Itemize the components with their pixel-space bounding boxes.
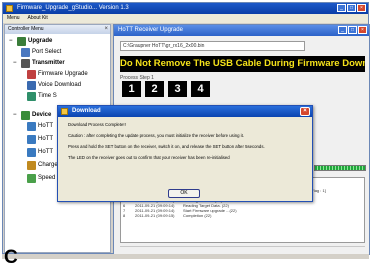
tree-item-voice-download[interactable]: Voice Download xyxy=(27,81,81,90)
tree-item-label: HoTT xyxy=(38,123,53,129)
tree-item-time-s[interactable]: Time S xyxy=(27,92,57,101)
device-icon xyxy=(21,111,30,120)
main-window-title: Firmware_Upgrade_gStudio... Version 1.3 xyxy=(17,5,129,11)
time-icon xyxy=(27,92,36,101)
main-title-bar[interactable]: Firmware_Upgrade_gStudio... Version 1.3 … xyxy=(3,3,368,14)
minimize-icon[interactable]: _ xyxy=(338,26,347,34)
window-controls: _ □ × xyxy=(337,4,366,12)
tree-item-label: Device xyxy=(32,112,52,118)
tree-item-label: HoTT xyxy=(38,149,53,155)
tree-item-label: Upgrade xyxy=(28,38,53,44)
dialog-title-bar[interactable]: Download × xyxy=(58,106,312,117)
tree-item-port-select[interactable]: Port Select xyxy=(21,48,61,57)
ok-button[interactable]: OK xyxy=(168,189,200,198)
minimize-icon[interactable]: _ xyxy=(337,4,346,12)
step-1-box: 1 xyxy=(122,81,141,97)
dialog-app-icon xyxy=(61,108,68,115)
app-icon xyxy=(6,5,13,12)
log-row[interactable]: 8 2011-09-21 (09:09:15) Completion (22) xyxy=(121,213,364,218)
dialog-line-complete: Download Process Complete!! xyxy=(68,122,126,127)
status-bar xyxy=(2,254,369,259)
charger-icon xyxy=(27,161,36,170)
tree-item-hott[interactable]: HoTT xyxy=(27,148,53,157)
tree-item-device[interactable]: − Device xyxy=(13,111,51,120)
panel-title-bar: Controller Menu × xyxy=(5,25,110,34)
log-no-cell: 8 xyxy=(123,213,126,218)
main-window: Firmware_Upgrade_gStudio... Version 1.3 … xyxy=(2,2,370,255)
firmware-file-path[interactable]: C:\Graupner HoTT\gr_rx16_2x00.bin xyxy=(120,41,305,51)
close-icon[interactable]: × xyxy=(357,4,366,12)
menu-bar: Menu About Kit xyxy=(3,14,368,23)
figure-label: C xyxy=(4,247,18,268)
dialog-line-caution: Caution : after completing the update pr… xyxy=(68,133,245,138)
hott-icon xyxy=(27,122,36,131)
log-time-cell: 2011-09-21 (09:09:15) xyxy=(135,213,175,218)
tree-item-hott[interactable]: HoTT xyxy=(27,122,53,131)
maximize-icon[interactable]: □ xyxy=(347,4,356,12)
speed-icon xyxy=(27,174,36,183)
upgrade-window-title: HoTT Receiver Upgrade xyxy=(118,27,183,33)
tree-item-speed[interactable]: Speed xyxy=(27,174,55,183)
dialog-line-press: Press and hold the SET button on the rec… xyxy=(68,144,265,149)
tree-item-label: Voice Download xyxy=(38,82,82,88)
tree-expander-icon[interactable]: − xyxy=(9,37,15,46)
tree-item-upgrade[interactable]: − Upgrade xyxy=(9,37,52,46)
dialog-title: Download xyxy=(72,108,101,114)
panel-close-icon[interactable]: × xyxy=(104,25,108,34)
dialog-close-icon[interactable]: × xyxy=(300,107,310,116)
tree-item-label: Firmware Upgrade xyxy=(38,71,88,77)
download-complete-dialog: Download × Download Process Complete!! C… xyxy=(57,105,313,202)
close-icon[interactable]: × xyxy=(358,26,367,34)
menu-item-about[interactable]: About Kit xyxy=(28,14,48,23)
step-2-box: 2 xyxy=(145,81,164,97)
hott-icon xyxy=(27,148,36,157)
tree-expander-icon[interactable]: − xyxy=(13,59,19,68)
upgrade-title-bar[interactable]: HoTT Receiver Upgrade _ □ × xyxy=(114,25,369,36)
step-4-box: 4 xyxy=(191,81,210,97)
tree-item-charge[interactable]: Charge xyxy=(27,161,58,170)
transmitter-icon xyxy=(21,59,30,68)
tree-item-label: Speed xyxy=(38,175,56,181)
tree-item-label: Port Select xyxy=(32,49,62,55)
firmware-icon xyxy=(27,70,36,79)
tree-item-transmitter[interactable]: − Transmitter xyxy=(13,59,65,68)
process-steps: 1 2 3 4 xyxy=(122,81,210,97)
step-3-box: 3 xyxy=(168,81,187,97)
menu-item-menu[interactable]: Menu xyxy=(7,14,20,23)
tree-item-label: Charge xyxy=(38,162,58,168)
upgrade-footer xyxy=(120,246,365,252)
tree-expander-icon[interactable]: − xyxy=(13,111,19,120)
port-icon xyxy=(21,48,30,57)
dialog-body: Download Process Complete!! Caution : af… xyxy=(64,120,308,186)
log-msg-cell: Completion (22) xyxy=(183,213,212,218)
tree-item-label: HoTT xyxy=(38,136,53,142)
tree-item-label: Time S xyxy=(38,93,57,99)
hott-icon xyxy=(27,135,36,144)
upgrade-window-controls: _ □ × xyxy=(338,26,367,34)
usb-warning-banner: Do Not Remove The USB Cable During Firmw… xyxy=(120,56,365,72)
screenshot: Firmware_Upgrade_gStudio... Version 1.3 … xyxy=(0,0,371,271)
panel-title: Controller Menu xyxy=(8,26,44,32)
tree-item-firmware-upgrade[interactable]: Firmware Upgrade xyxy=(27,70,88,79)
download-progress-bar xyxy=(314,165,366,171)
maximize-icon[interactable]: □ xyxy=(348,26,357,34)
upgrade-icon xyxy=(17,37,26,46)
voice-icon xyxy=(27,81,36,90)
dialog-line-led: The LED on the receiver goes out to conf… xyxy=(68,155,230,160)
tree-item-hott[interactable]: HoTT xyxy=(27,135,53,144)
tree-item-label: Transmitter xyxy=(32,60,65,66)
